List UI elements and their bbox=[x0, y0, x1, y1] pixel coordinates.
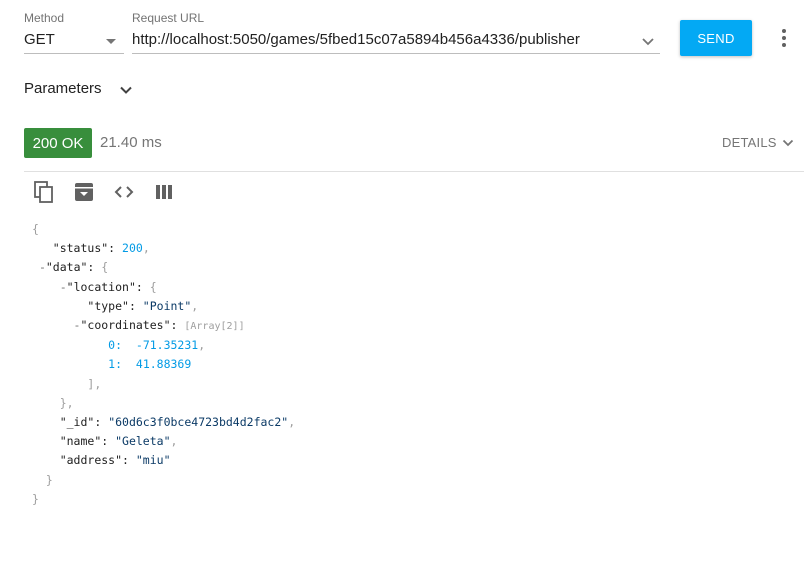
columns-icon[interactable] bbox=[152, 180, 176, 204]
chevron-down-icon bbox=[120, 86, 132, 94]
json-key-data: "data" bbox=[45, 260, 88, 275]
code-icon[interactable] bbox=[112, 180, 136, 204]
more-vert-icon[interactable] bbox=[778, 27, 790, 49]
collapse-toggle-data[interactable]: - bbox=[39, 260, 46, 274]
details-label: DETAILS bbox=[722, 135, 777, 150]
json-key-type: "type" bbox=[87, 298, 129, 313]
url-underline bbox=[132, 53, 660, 54]
method-label: Method bbox=[24, 11, 65, 25]
json-value-coord-0: -71.35231 bbox=[135, 338, 199, 353]
url-input[interactable]: http://localhost:5050/games/5fbed15c07a5… bbox=[132, 28, 660, 54]
json-value-type: "Point" bbox=[142, 298, 192, 313]
json-key-address: "address" bbox=[59, 453, 123, 468]
json-value-status: 200 bbox=[122, 241, 143, 256]
json-value-name: "Geleta" bbox=[115, 434, 171, 449]
chevron-down-icon[interactable] bbox=[640, 33, 656, 49]
chevron-down-icon bbox=[782, 139, 794, 147]
json-key-status: "status" bbox=[52, 241, 109, 256]
json-value-id: "60d6c3f0bce4723bd4d2fac2" bbox=[108, 415, 289, 430]
method-underline bbox=[24, 53, 124, 54]
json-value-address: "miu" bbox=[135, 453, 171, 468]
divider bbox=[24, 171, 804, 172]
json-key-name: "name" bbox=[59, 434, 102, 449]
method-select[interactable]: GET bbox=[24, 28, 124, 54]
details-toggle[interactable]: DETAILS bbox=[722, 135, 794, 150]
json-index-1: 1: bbox=[108, 357, 123, 372]
collapse-toggle-location[interactable]: - bbox=[60, 280, 67, 294]
coordinates-hint: Array[2] bbox=[190, 321, 239, 333]
send-button[interactable]: SEND bbox=[680, 20, 752, 56]
archive-download-icon[interactable] bbox=[72, 180, 96, 204]
status-badge: 200 OK bbox=[24, 128, 92, 158]
response-body: { "status": 200, -"data": { -"location":… bbox=[32, 222, 296, 506]
parameters-label: Parameters bbox=[24, 80, 102, 97]
parameters-toggle[interactable]: Parameters bbox=[24, 80, 132, 97]
json-key-coordinates: "coordinates" bbox=[80, 318, 171, 333]
chevron-down-icon bbox=[106, 39, 116, 44]
json-key-id: "_id" bbox=[59, 415, 95, 430]
json-value-coord-1: 41.88369 bbox=[135, 357, 192, 372]
url-value: http://localhost:5050/games/5fbed15c07a5… bbox=[132, 31, 580, 48]
method-value: GET bbox=[24, 31, 55, 48]
url-label: Request URL bbox=[132, 11, 205, 25]
response-time: 21.40 ms bbox=[100, 134, 162, 151]
copy-icon[interactable] bbox=[32, 180, 56, 204]
json-key-location: "location" bbox=[66, 279, 136, 294]
json-index-0: 0: bbox=[108, 338, 123, 353]
